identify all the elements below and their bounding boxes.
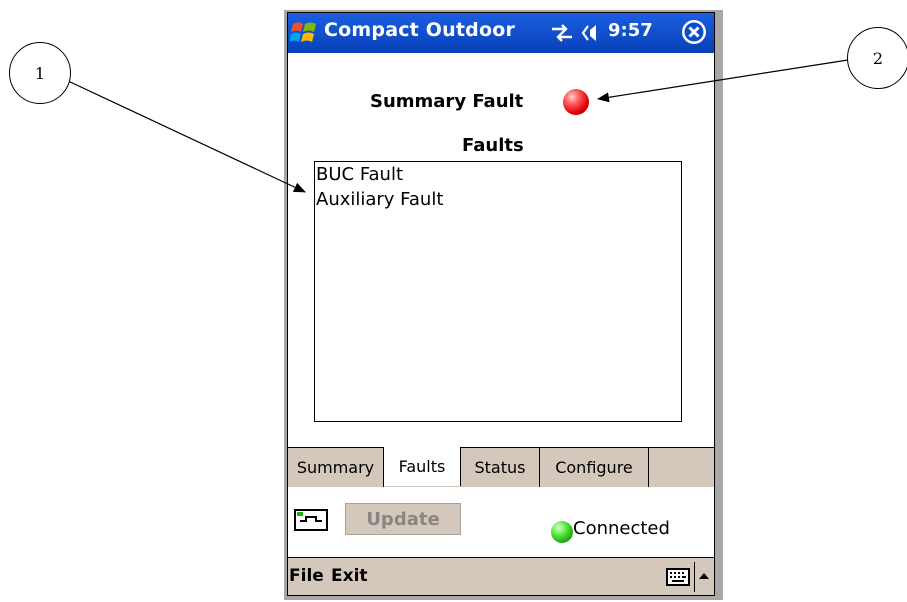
tab-strip: Summary Faults Status Configure <box>288 447 714 487</box>
callout-1-arrow <box>65 79 306 193</box>
pda-screen: Compact Outdoor 9:57 Summary Fault Fault… <box>287 12 715 596</box>
device-status-icon <box>294 509 328 531</box>
connection-indicator <box>551 521 573 543</box>
list-item[interactable]: Auxiliary Fault <box>315 187 681 212</box>
app-title: Compact Outdoor <box>324 19 516 41</box>
keyboard-icon[interactable] <box>666 568 690 586</box>
summary-fault-indicator <box>563 89 589 115</box>
callout-2: 2 <box>847 27 907 89</box>
windows-start-icon[interactable] <box>290 18 320 48</box>
callout-1: 1 <box>9 42 71 104</box>
connectivity-icon[interactable] <box>549 22 575 44</box>
clock[interactable]: 9:57 <box>608 20 653 41</box>
tab-summary[interactable]: Summary <box>288 448 384 487</box>
tab-status[interactable]: Status <box>461 448 540 487</box>
menu-bar: File Exit <box>288 557 714 595</box>
menu-exit[interactable]: Exit <box>331 566 368 586</box>
menu-file[interactable]: File <box>289 566 324 586</box>
chevron-up-icon[interactable] <box>698 571 710 581</box>
connection-status-label: Connected <box>573 518 670 539</box>
faults-heading: Faults <box>462 135 524 156</box>
list-item[interactable]: BUC Fault <box>315 162 681 187</box>
speaker-icon[interactable] <box>581 22 607 44</box>
tab-faults[interactable]: Faults <box>384 447 461 486</box>
summary-fault-label: Summary Fault <box>370 91 524 112</box>
close-icon[interactable] <box>681 19 707 45</box>
tab-configure[interactable]: Configure <box>540 448 649 487</box>
faults-listbox[interactable]: BUC Fault Auxiliary Fault <box>314 161 682 422</box>
sip-separator <box>694 562 695 592</box>
update-button[interactable]: Update <box>345 503 461 535</box>
title-bar: Compact Outdoor 9:57 <box>288 13 714 53</box>
